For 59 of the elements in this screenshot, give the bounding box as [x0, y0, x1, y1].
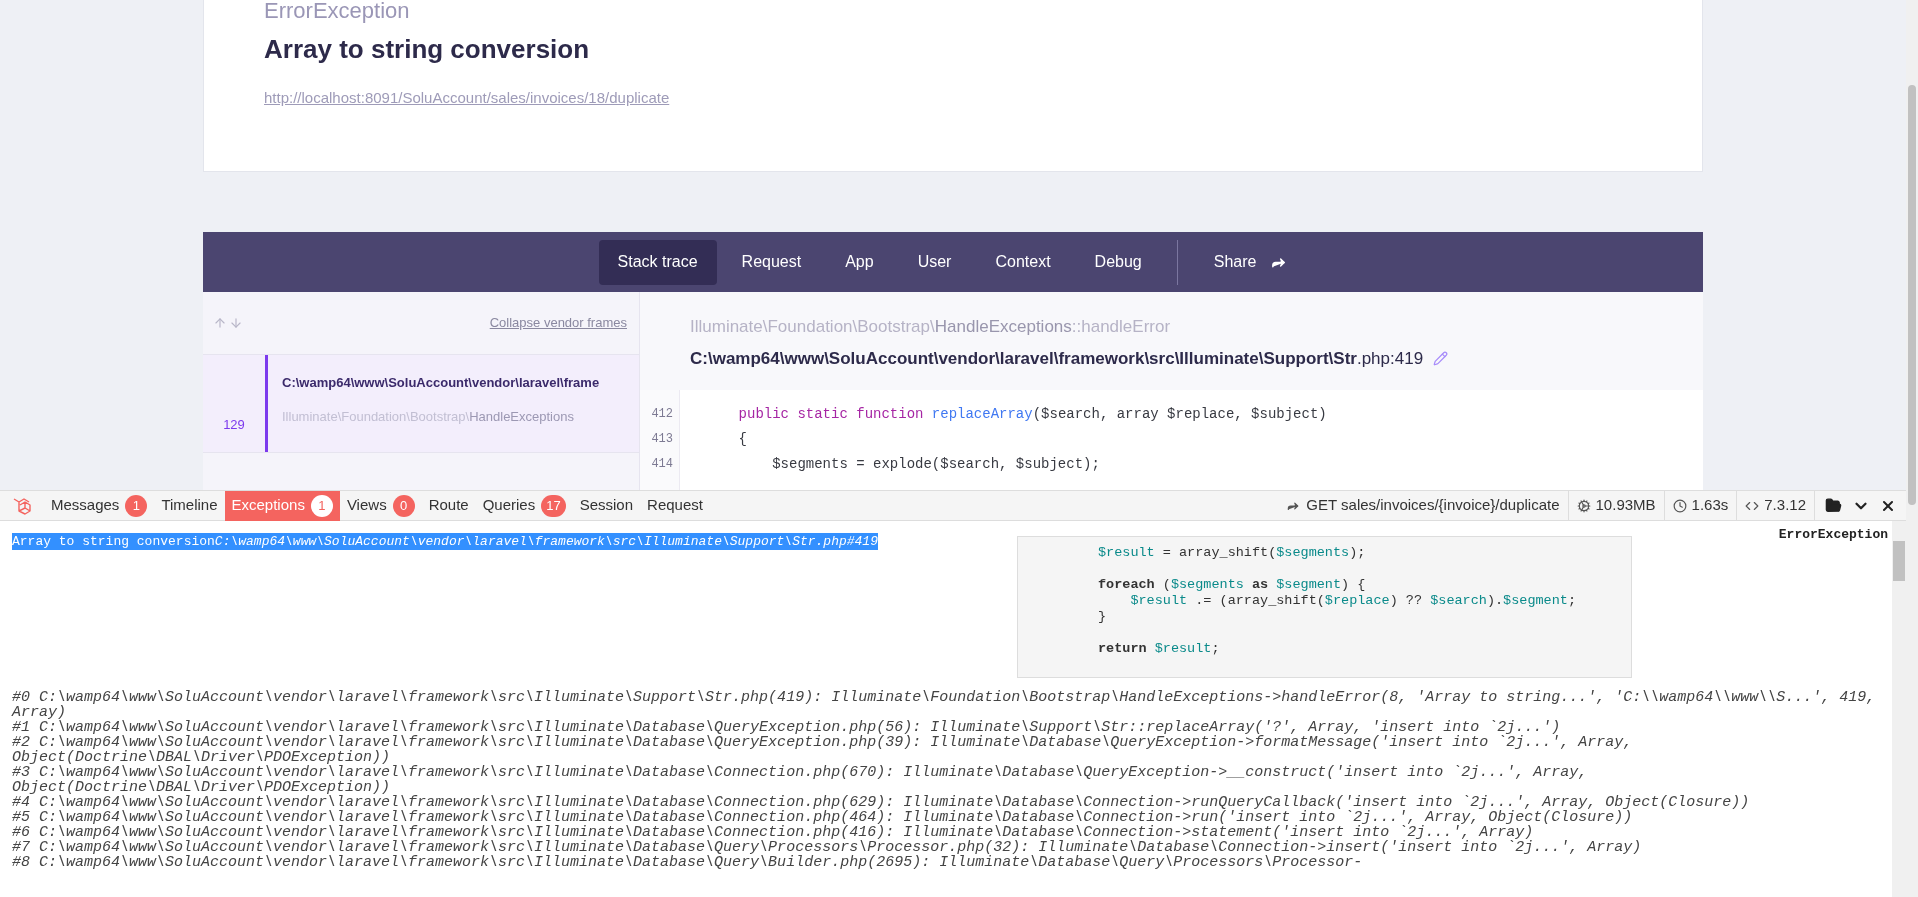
trace-line: #2 C:\wamp64\www\SoluAccount\vendor\laravel\framework\src\Illuminate\Database\QueryException.php(39): Illuminate\Database\QueryException->formatMessage('insert into `2j...', Array, Object(Doctrine\DBAL\Driver\PDOException)) [12, 735, 1634, 765]
frame-class-method: Illuminate\Foundation\Bootstrap\HandleExceptions::handleError [690, 316, 1172, 338]
code-line: $result .= (array_shift($replace) ?? $search).$segment; [1129, 593, 1577, 609]
scrollbar-thumb[interactable] [1908, 85, 1916, 505]
tab[interactable]: Stack trace [598, 239, 717, 285]
line-number: 413 [651, 431, 673, 448]
line-number: 412 [651, 406, 673, 423]
tab[interactable]: Debug [1075, 239, 1161, 285]
code-line: foreach ($segments as $segment) { [1098, 577, 1366, 593]
memory-label: 10.93MB [1595, 495, 1656, 516]
gears-icon [1576, 498, 1591, 513]
trace-line: #6 C:\wamp64\www\SoluAccount\vendor\laravel\framework\src\Illuminate\Database\Connection.php(416): Illuminate\Database\Connection->statement('insert into `2j...', Array) [12, 825, 1534, 840]
frame-file: C:\wamp64\www\SoluAccount\vendor\laravel\framework\src\Illuminate\Support\Str.php:419 [690, 347, 1424, 370]
scrollbar-thumb[interactable] [1893, 541, 1905, 581]
trace-line: #8 C:\wamp64\www\SoluAccount\vendor\laravel\framework\src\Illuminate\Database\Query\Builder.php(2695): Illuminate\Database\Query\Processors\Processor- [12, 855, 1363, 870]
debugbar-tab[interactable]: Route [421, 490, 476, 521]
trace-line: #0 C:\wamp64\www\SoluAccount\vendor\laravel\framework\src\Illuminate\Support\Str.php(419): Illuminate\Foundation\Bootstrap\HandleExceptions->handleError(8, 'Array to string...', 'C:\\wamp64\\www\\S...', 419, Array) [12, 690, 1877, 720]
tab[interactable]: App [826, 239, 893, 285]
exception-message: Array to string conversionC:\wamp64\www\SoluAccount\vendor\laravel\framework\src\Illuminate\Support\Str.php#419 [12, 533, 878, 550]
trace-line: #7 C:\wamp64\www\SoluAccount\vendor\laravel\framework\src\Illuminate\Database\Query\Processors\Processor.php(32): Illuminate\Database\Connection->insert('insert into `2j...', Array) [12, 840, 1643, 855]
exception-type-label: ErrorException [1778, 526, 1888, 544]
debugbar-tab[interactable]: Messages 1 [44, 490, 155, 521]
code-line: } [1098, 609, 1107, 625]
trace-line: #3 C:\wamp64\www\SoluAccount\vendor\laravel\framework\src\Illuminate\Database\Connection.php(670): Illuminate\Database\QueryException->__construct('insert into `2j...', Array, Object(Doctrine\DBAL\Driver\PDOException)) [12, 765, 1589, 795]
exception-type: ErrorException [264, 0, 410, 22]
time-label: 1.63s [1691, 495, 1729, 516]
count-badge: 0 [392, 494, 415, 517]
code-line: return $result; [1098, 641, 1220, 657]
tab[interactable]: Context [976, 239, 1070, 285]
trace-line: #1 C:\wamp64\www\SoluAccount\vendor\laravel\framework\src\Illuminate\Database\QueryException.php(56): Illuminate\Support\Str::replaceArray('?', Array, 'insert into `2j...') [12, 720, 1561, 735]
php-version-label: 7.3.12 [1764, 495, 1806, 516]
debugbar-tab[interactable]: Request [640, 490, 710, 521]
debugbar-tab[interactable]: Session [572, 490, 641, 521]
page-scrollbar[interactable] [1906, 0, 1918, 897]
edit-icon[interactable] [1433, 350, 1449, 366]
share-button[interactable]: Share [1193, 239, 1308, 285]
tab[interactable]: User [898, 239, 971, 285]
laravel-logo-icon [12, 495, 32, 516]
error-message: Array to string conversion [264, 33, 591, 66]
code-line: { [737, 430, 748, 449]
debugbar-scrollbar[interactable] [1892, 521, 1906, 897]
debugbar-tab[interactable]: Queries 17 [475, 490, 573, 521]
debugbar-tab[interactable]: Timeline [154, 490, 225, 521]
folder-icon[interactable] [1825, 497, 1842, 514]
tab[interactable]: Request [722, 239, 821, 285]
route-label: GET sales/invoices/{invoice}/duplicate [1306, 495, 1560, 516]
code-line: $segments = explode($search, $subject); [771, 455, 1101, 474]
line-number: 414 [651, 456, 673, 473]
code-line: $result = array_shift($segments); [1098, 545, 1366, 561]
count-badge: 17 [541, 494, 566, 517]
trace-line: #4 C:\wamp64\www\SoluAccount\vendor\laravel\framework\src\Illuminate\Database\Connection.php(629): Illuminate\Database\Connection->runQueryCallback('insert into `2j...', Array, Object(Closure)) [12, 795, 1751, 810]
count-badge: 1 [310, 494, 333, 517]
frame-file-path: C:\wamp64\www\SoluAccount\vendor\laravel\frame [282, 374, 600, 392]
code-line: public static function replaceArray($search, array $replace, $subject) [737, 405, 1327, 424]
debugbar-tab[interactable]: Views 0 [339, 490, 422, 521]
count-badge: 1 [125, 494, 148, 517]
frame-line-number: 129 [223, 415, 245, 434]
trace-line: #5 C:\wamp64\www\SoluAccount\vendor\laravel\framework\src\Illuminate\Database\Connection.php(464): Illuminate\Database\Connection->run('insert into `2j...', Array, Object(Closure)) [12, 810, 1633, 825]
clock-icon [1672, 498, 1687, 513]
